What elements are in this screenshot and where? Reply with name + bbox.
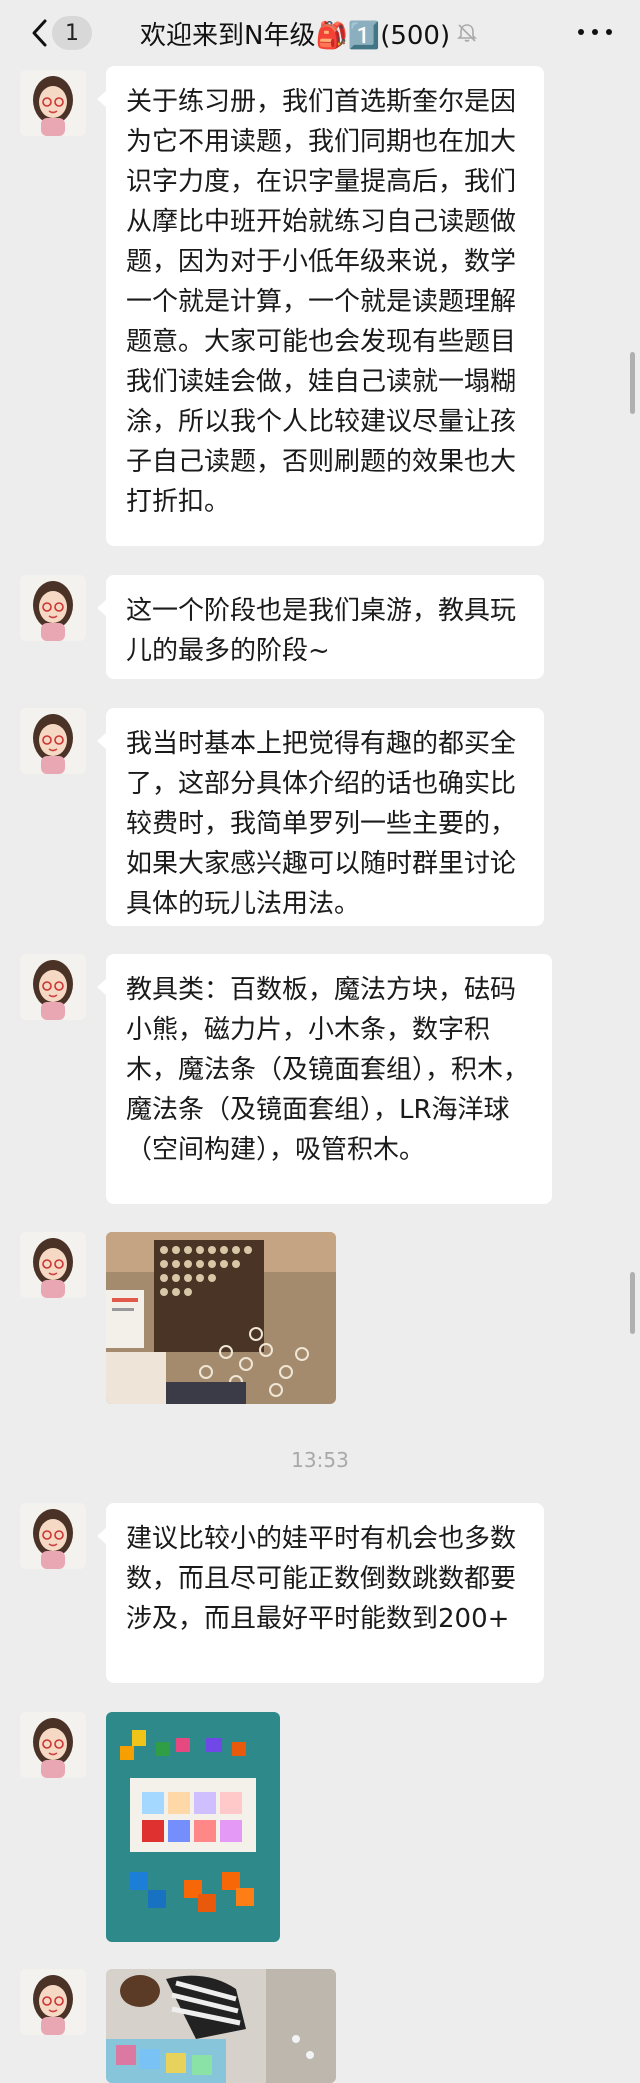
- scrollbar-indicator[interactable]: [630, 1272, 635, 1334]
- avatar-girl-icon: [33, 1509, 73, 1569]
- more-options-button[interactable]: [578, 24, 612, 40]
- message-bubble[interactable]: 这一个阶段也是我们桌游，教具玩儿的最多的阶段~: [97, 575, 544, 679]
- avatar[interactable]: [20, 1503, 86, 1569]
- message-bubble[interactable]: 我当时基本上把觉得有趣的都买全了，这部分具体介绍的话也确实比较费时，我简单罗列一…: [97, 708, 544, 926]
- chat-header: 1 欢迎来到N年级🎒1️⃣(500): [0, 0, 640, 66]
- more-icon: [578, 29, 584, 35]
- avatar[interactable]: [20, 954, 86, 1020]
- photo-child-playing[interactable]: [106, 1969, 336, 2083]
- avatar[interactable]: [20, 575, 86, 641]
- avatar-girl-icon: [33, 76, 73, 136]
- message-bubble[interactable]: 关于练习册，我们首选斯奎尔是因为它不用读题，我们同期也在加大识字力度，在识字量提…: [97, 66, 544, 546]
- scrollbar-indicator[interactable]: [630, 352, 635, 414]
- mute-bell-icon: [456, 22, 478, 44]
- back-arrow-icon: [32, 19, 47, 47]
- avatar[interactable]: [20, 708, 86, 774]
- message-bubble[interactable]: 建议比较小的娃平时有机会也多数数，而且尽可能正数倒数跳数都要涉及，而且最好平时能…: [97, 1503, 544, 1683]
- photo-hundred-board[interactable]: [106, 1232, 336, 1404]
- avatar-girl-icon: [33, 960, 73, 1020]
- avatar[interactable]: [20, 1969, 86, 2035]
- avatar-girl-icon: [33, 1975, 73, 2035]
- chat-title-text: 欢迎来到N年级🎒1️⃣(500): [140, 20, 451, 51]
- back-button[interactable]: [24, 18, 54, 48]
- photo-cube-puzzle[interactable]: [106, 1712, 280, 1942]
- avatar[interactable]: [20, 1232, 86, 1298]
- avatar-girl-icon: [33, 581, 73, 641]
- message-bubble[interactable]: 教具类：百数板，魔法方块，砝码小熊，磁力片，小木条，数字积木，魔法条（及镜面套组…: [97, 954, 552, 1204]
- avatar-girl-icon: [33, 1238, 73, 1298]
- avatar-girl-icon: [33, 714, 73, 774]
- avatar-girl-icon: [33, 1718, 73, 1778]
- avatar[interactable]: [20, 1712, 86, 1778]
- timestamp: 13:53: [291, 1448, 349, 1472]
- avatar[interactable]: [20, 70, 86, 136]
- unread-count-badge[interactable]: 1: [52, 16, 92, 50]
- chat-title: 欢迎来到N年级🎒1️⃣(500): [140, 14, 520, 52]
